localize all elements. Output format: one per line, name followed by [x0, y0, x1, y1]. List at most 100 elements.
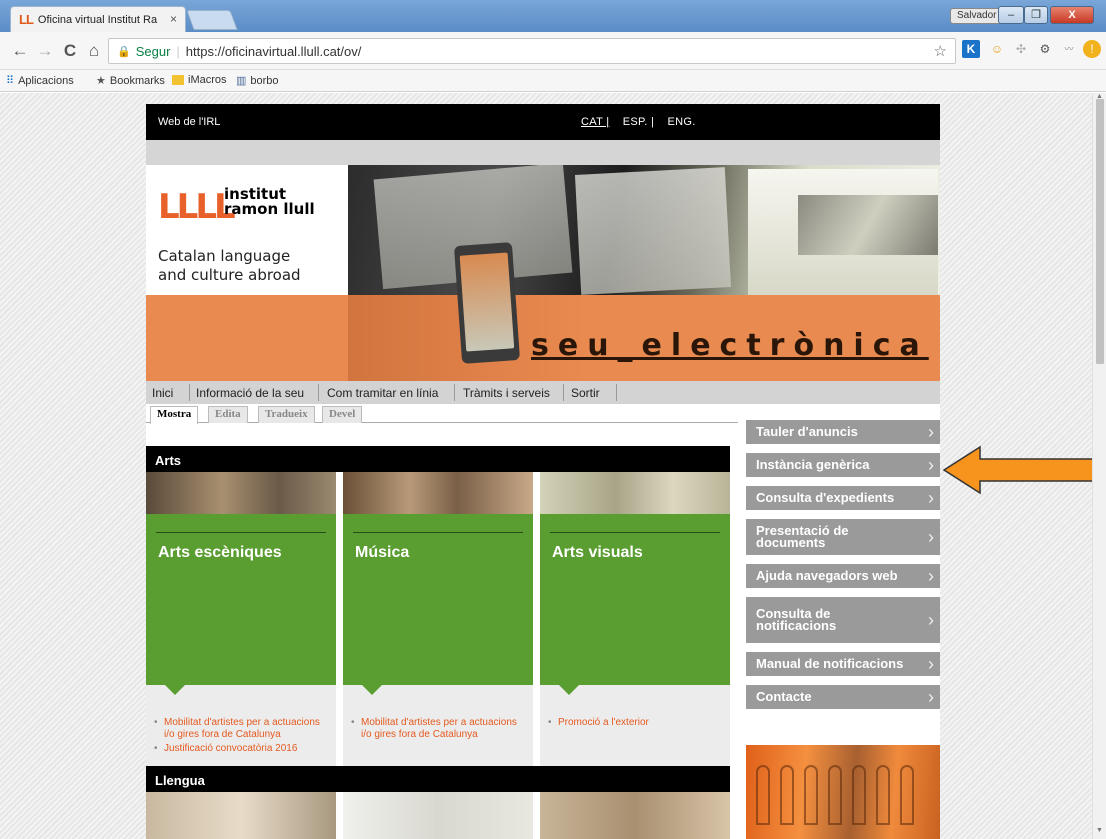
- grey-band: [146, 140, 940, 165]
- arch-shape: [900, 765, 914, 825]
- tab-mostra[interactable]: Mostra: [150, 406, 199, 424]
- lang-cat[interactable]: CAT |: [581, 116, 609, 128]
- sidebar-label: Consulta de notificacions: [756, 606, 837, 633]
- sidebar-promo-image[interactable]: [746, 745, 940, 839]
- nav-tramits[interactable]: Tràmits i serveis: [463, 386, 550, 400]
- llengua-card-image[interactable]: [540, 792, 730, 839]
- card-image: [540, 472, 730, 514]
- llengua-card-image[interactable]: [146, 792, 336, 839]
- page-scrollbar[interactable]: ▲ ▼: [1092, 93, 1106, 839]
- separator: |: [176, 43, 180, 59]
- card-title: Arts visuals: [552, 544, 643, 561]
- wave-extension-icon[interactable]: 〰: [1060, 40, 1078, 58]
- url-text: https://oficinavirtual.llull.cat/ov/: [185, 43, 362, 59]
- k-extension-icon[interactable]: K: [962, 40, 980, 58]
- sidebar-tauler-anuncis[interactable]: Tauler d'anuncis ›: [746, 420, 940, 444]
- lock-icon: 🔒: [117, 45, 131, 58]
- logo[interactable]: LLLL institut ramon llull Catalan langua…: [146, 165, 348, 295]
- sidebar-manual-notificacions[interactable]: Manual de notificacions ›: [746, 652, 940, 676]
- site-container: Web de l'IRL CAT | ESP. | ENG. LLLL inst…: [146, 104, 940, 839]
- profile-badge[interactable]: Salvador: [950, 8, 1004, 24]
- card-rule: [550, 532, 720, 533]
- llengua-card-image[interactable]: [343, 792, 533, 839]
- phone-image: [453, 242, 521, 364]
- sidebar-instancia-generica[interactable]: Instància genèrica ›: [746, 453, 940, 477]
- sidebar-label: Consulta d'expedients: [756, 490, 895, 505]
- tab-close-icon[interactable]: ×: [170, 12, 177, 26]
- bookmark-icon: ▥: [236, 75, 247, 87]
- web-irl-link[interactable]: Web de l'IRL: [158, 116, 220, 128]
- nav-divider: [189, 384, 190, 401]
- address-bar[interactable]: 🔒 Segur | https://oficinavirtual.llull.c…: [108, 38, 956, 64]
- card-body[interactable]: Arts escèniques: [146, 514, 336, 695]
- card-link[interactable]: Justificació convocatòria 2016: [154, 743, 330, 755]
- home-button[interactable]: ⌂: [84, 41, 104, 61]
- paperclips-image: [798, 195, 938, 255]
- page-viewport: Web de l'IRL CAT | ESP. | ENG. LLLL inst…: [0, 93, 1092, 839]
- nav-informacio[interactable]: Informació de la seu: [196, 386, 304, 400]
- puzzle-extension-icon[interactable]: ✣: [1012, 40, 1030, 58]
- close-window-button[interactable]: X: [1050, 6, 1094, 24]
- nav-inici[interactable]: Inici: [152, 386, 173, 400]
- tab-edita[interactable]: Edita: [208, 406, 248, 423]
- reload-button[interactable]: C: [60, 41, 80, 61]
- bookmark-imacros[interactable]: iMacros: [172, 74, 227, 86]
- chevron-right-icon: ›: [928, 422, 934, 442]
- lang-esp[interactable]: ESP. |: [623, 116, 654, 128]
- tab-title: Oficina virtual Institut Ra: [37, 13, 158, 26]
- chevron-right-icon: ›: [928, 566, 934, 586]
- chevron-right-icon: ›: [928, 455, 934, 475]
- banner-photo: [348, 165, 940, 295]
- sidebar-ajuda-navegadors[interactable]: Ajuda navegadors web ›: [746, 564, 940, 588]
- lang-eng[interactable]: ENG.: [668, 116, 696, 128]
- tab-tradueix[interactable]: Tradueix: [258, 406, 315, 423]
- new-tab-button[interactable]: [186, 10, 238, 30]
- bookmark-apps[interactable]: ⠿ Aplicacions: [6, 74, 74, 88]
- bookmark-borbo[interactable]: ▥ borbo: [236, 74, 279, 88]
- monitor-image: [574, 167, 732, 295]
- card-body[interactable]: Música: [343, 514, 533, 695]
- chevron-right-icon: ›: [928, 687, 934, 707]
- bookmark-bookmarks[interactable]: ★ Bookmarks: [96, 74, 165, 88]
- sidebar-presentacio-documents[interactable]: Presentació de documents ›: [746, 519, 940, 555]
- card-link[interactable]: Promoció a l'exterior: [548, 717, 724, 729]
- maximize-button[interactable]: ❐: [1024, 6, 1048, 24]
- chevron-right-icon: ›: [928, 654, 934, 674]
- card-rule: [353, 532, 523, 533]
- card-link[interactable]: Mobilitat d'artistes per a actuacions i/…: [154, 717, 330, 741]
- phone-screen: [459, 252, 515, 352]
- nav-com-tramitar[interactable]: Com tramitar en línia: [327, 386, 438, 400]
- scroll-down-icon[interactable]: ▼: [1096, 827, 1103, 834]
- card-link[interactable]: Mobilitat d'artistes per a actuacions i/…: [351, 717, 527, 741]
- bookmark-star-icon[interactable]: ☆: [934, 42, 947, 60]
- logo-line2: ramon llull: [224, 200, 315, 218]
- chevron-right-icon: ›: [928, 488, 934, 508]
- tagline-line1: Catalan language: [158, 247, 291, 265]
- sidebar-contacte[interactable]: Contacte ›: [746, 685, 940, 709]
- tab-devel[interactable]: Devel: [322, 406, 363, 423]
- sidebar-label: Tauler d'anuncis: [756, 424, 858, 439]
- chevron-right-icon: ›: [928, 527, 934, 547]
- minimize-button[interactable]: –: [998, 6, 1024, 24]
- arch-shape: [780, 765, 794, 825]
- face-extension-icon[interactable]: ☺: [988, 40, 1006, 58]
- alert-extension-icon[interactable]: !: [1083, 40, 1101, 58]
- card-body[interactable]: Arts visuals: [540, 514, 730, 695]
- forward-button[interactable]: →: [35, 41, 55, 61]
- bookmark-label: iMacros: [188, 74, 227, 86]
- sidebar-label: Manual de notificacions: [756, 656, 904, 671]
- sidebar-label: Instància genèrica: [756, 457, 870, 472]
- sidebar-consulta-notificacions[interactable]: Consulta de notificacions ›: [746, 597, 940, 643]
- arch-shape: [828, 765, 842, 825]
- gear-extension-icon[interactable]: ⚙: [1036, 40, 1054, 58]
- card-image: [343, 472, 533, 514]
- browser-tab[interactable]: LL Oficina virtual Institut Ra ×: [10, 6, 186, 32]
- arch-shape: [756, 765, 770, 825]
- back-button[interactable]: ←: [10, 41, 30, 61]
- language-switcher: CAT | ESP. | ENG.: [581, 116, 706, 128]
- scroll-thumb[interactable]: [1096, 99, 1104, 364]
- nav-sortir[interactable]: Sortir: [571, 386, 600, 400]
- bookmark-label: borbo: [250, 74, 279, 87]
- site-banner: LLLL institut ramon llull Catalan langua…: [146, 165, 940, 381]
- sidebar-consulta-expedients[interactable]: Consulta d'expedients ›: [746, 486, 940, 510]
